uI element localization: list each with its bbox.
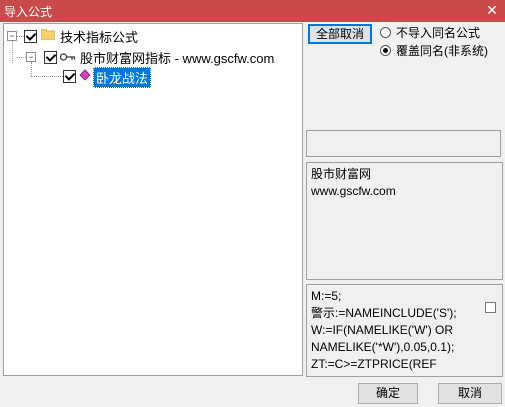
preview-checkbox[interactable] — [485, 302, 496, 313]
close-icon[interactable]: ✕ — [485, 2, 499, 18]
formula-preview-text: M:=5; 警示:=NAMEINCLUDE('S'); W:=IF(NAMELI… — [311, 288, 457, 373]
formula-line: ZT:=C>=ZTPRICE(REF — [311, 357, 437, 371]
formula-icon — [79, 69, 91, 81]
tree-node-label: 股市财富网指标 - www.gscfw.com — [80, 51, 275, 66]
formula-line: 警示:=NAMEINCLUDE('S'); — [311, 306, 457, 320]
radio-overwrite[interactable] — [380, 45, 391, 56]
title-bar[interactable]: 导入公式 ✕ — [0, 0, 505, 22]
description-line: 股市财富网 — [311, 167, 372, 181]
tree-node-item[interactable]: 卧龙战法 — [4, 67, 300, 88]
collapse-toggle[interactable]: − — [7, 31, 17, 41]
formula-line: M:=5; — [311, 289, 342, 303]
description-text: 股市财富网 www.gscfw.com — [311, 166, 396, 200]
radio-skip-duplicates-label[interactable]: 不导入同名公式 — [396, 24, 480, 41]
key-icon — [59, 51, 76, 61]
collapse-toggle[interactable]: − — [26, 52, 36, 62]
root-checkbox[interactable] — [24, 30, 37, 43]
empty-info-box — [306, 130, 501, 157]
tree-node-label-selected: 卧龙战法 — [93, 67, 152, 88]
radio-skip-duplicates[interactable] — [380, 27, 391, 38]
ok-button[interactable]: 确定 — [358, 383, 418, 404]
radio-overwrite-label[interactable]: 覆盖同名(非系统) — [396, 42, 488, 59]
group-checkbox[interactable] — [44, 51, 57, 64]
formula-line: NAMELIKE('*W'),0.05,0.1); — [311, 340, 455, 354]
tree-node-group[interactable]: − 股市财富网指标 - www.gscfw.com — [4, 49, 300, 66]
tree-node-label: 技术指标公式 — [60, 30, 139, 45]
formula-line: W:=IF(NAMELIKE('W') OR — [311, 323, 454, 337]
formula-tree[interactable]: − 技术指标公式 − 股市财富网指标 - www.gscfw.com 卧龙战法 — [3, 23, 303, 376]
description-line: www.gscfw.com — [311, 184, 396, 198]
folder-icon — [40, 28, 56, 41]
tree-node-root[interactable]: − 技术指标公式 — [4, 28, 300, 45]
window-title: 导入公式 — [4, 5, 53, 19]
cancel-all-button[interactable]: 全部取消 — [308, 24, 372, 44]
import-formula-dialog: 导入公式 ✕ − 技术指标公式 − 股市财富网指标 - www.gscfw.co… — [0, 0, 505, 407]
item-checkbox[interactable] — [63, 70, 76, 83]
cancel-button[interactable]: 取消 — [438, 383, 502, 404]
